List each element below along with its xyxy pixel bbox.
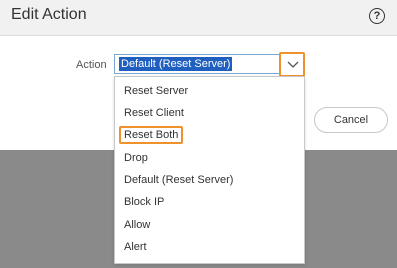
option-label: Block IP <box>124 196 165 208</box>
dialog-title: Edit Action <box>11 6 87 23</box>
option-allow[interactable]: Allow <box>115 214 304 236</box>
option-label: Alert <box>124 241 147 253</box>
option-label: Default (Reset Server) <box>124 174 234 186</box>
chevron-down-icon <box>287 61 299 68</box>
dialog-titlebar: Edit Action ? <box>0 0 397 36</box>
option-alert[interactable]: Alert <box>115 236 304 258</box>
option-drop[interactable]: Drop <box>115 147 304 169</box>
option-default-reset-server[interactable]: Default (Reset Server) <box>115 169 304 191</box>
option-reset-server[interactable]: Reset Server <box>115 80 304 102</box>
action-select-toggle[interactable] <box>279 52 305 77</box>
option-reset-client[interactable]: Reset Client <box>115 102 304 124</box>
help-icon[interactable]: ? <box>369 8 385 24</box>
option-label: Allow <box>124 219 151 231</box>
option-block-ip[interactable]: Block IP <box>115 191 304 213</box>
action-label: Action <box>76 59 107 71</box>
action-select-value: Default (Reset Server) <box>119 57 233 71</box>
action-select[interactable]: Default (Reset Server) <box>114 54 305 74</box>
action-dropdown-list: Reset Server Reset Client Reset Both Dro… <box>114 76 305 264</box>
cancel-button[interactable]: Cancel <box>314 107 388 133</box>
option-label: Reset Server <box>124 85 189 97</box>
option-label: Reset Client <box>124 107 184 119</box>
option-label: Drop <box>124 152 148 164</box>
option-reset-both[interactable]: Reset Both <box>115 124 304 146</box>
option-label: Reset Both <box>119 126 184 144</box>
